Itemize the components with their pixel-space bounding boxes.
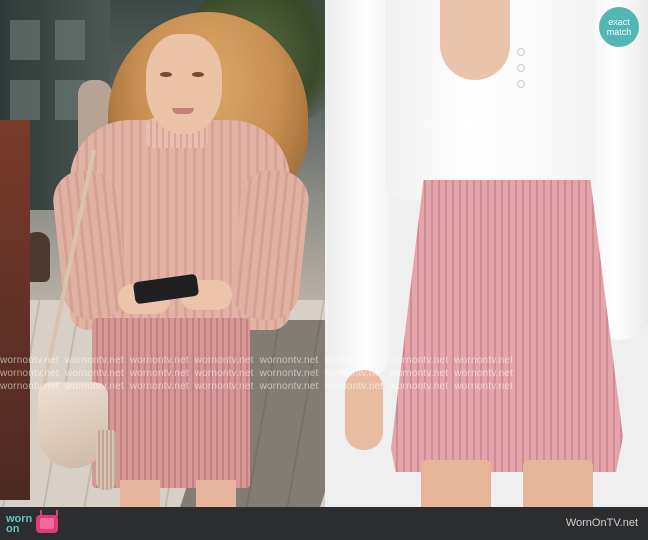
tv-icon xyxy=(36,514,59,533)
watermark-row: wornontv.net wornontv.net wornontv.net w… xyxy=(0,381,514,392)
button xyxy=(517,64,525,72)
street-style-photo xyxy=(0,0,325,507)
passerby xyxy=(0,120,30,500)
left-sleeve xyxy=(329,0,391,380)
wornontv-logo[interactable]: worn on xyxy=(6,511,59,536)
footer-bar: worn on WornOnTV.net xyxy=(0,507,648,540)
site-name[interactable]: WornOnTV.net xyxy=(566,517,638,529)
product-photo xyxy=(325,0,648,507)
leg xyxy=(196,480,236,507)
eye xyxy=(160,72,172,77)
button xyxy=(517,80,525,88)
watermark-row: wornontv.net wornontv.net wornontv.net w… xyxy=(0,355,514,366)
button xyxy=(517,48,525,56)
logo-line-1: worn xyxy=(6,512,33,525)
face xyxy=(146,34,222,134)
leg xyxy=(523,460,593,507)
bag-tassel xyxy=(96,430,116,490)
leg xyxy=(120,480,160,507)
badge-line-1: exact xyxy=(608,17,630,27)
logo-line-2: on xyxy=(6,522,20,535)
eye xyxy=(192,72,204,77)
exact-match-badge: exact match xyxy=(599,7,639,47)
badge-line-2: match xyxy=(606,27,632,37)
watermark-row: wornontv.net wornontv.net wornontv.net w… xyxy=(0,368,514,379)
leg xyxy=(421,460,491,507)
mouth xyxy=(172,108,194,114)
neckline xyxy=(440,0,510,80)
pink-corduroy-skirt xyxy=(391,180,623,472)
image-canvas: wornontv.net wornontv.net wornontv.net w… xyxy=(0,0,648,507)
logo-text: worn on xyxy=(6,512,33,535)
